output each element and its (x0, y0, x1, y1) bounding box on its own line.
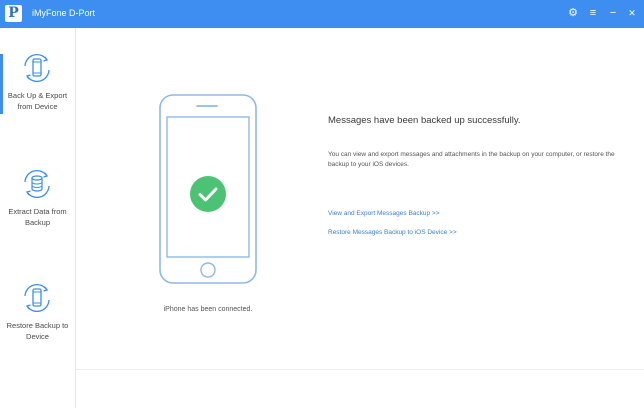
title-bar: P iMyFone D-Port ⚙ ≡ − ✕ (0, 0, 644, 28)
close-button[interactable]: ✕ (625, 6, 639, 20)
sidebar-item-label: Restore Backup to Device (6, 321, 69, 341)
menu-icon[interactable]: ≡ (586, 6, 600, 20)
backup-description: You can view and export messages and att… (328, 151, 615, 168)
database-sync-icon (24, 169, 50, 199)
divider (76, 369, 644, 370)
sidebar-item-label: Extract Data from Backup (8, 207, 67, 227)
sidebar-item-restore-backup[interactable]: Restore Backup to Device (0, 282, 75, 348)
sidebar-item-label: Back Up & Export from Device (7, 91, 68, 111)
sidebar: Back Up & Export from Device Extract Dat… (0, 28, 76, 408)
view-export-backup-link[interactable]: View and Export Messages Backup >> (328, 210, 440, 217)
check-circle-icon (190, 176, 226, 212)
phone-sync-icon (24, 53, 50, 83)
sidebar-item-backup-export[interactable]: Back Up & Export from Device (0, 52, 75, 118)
settings-gear-icon[interactable]: ⚙ (566, 6, 580, 20)
main-panel: iPhone has been connected. Messages have… (76, 28, 644, 408)
app-logo: P (5, 5, 22, 22)
phone-restore-icon (24, 283, 50, 313)
backup-status-title: Messages have been backed up successfull… (328, 115, 521, 126)
minimize-button[interactable]: − (606, 6, 620, 20)
app-title: iMyFone D-Port (32, 8, 96, 18)
sidebar-item-extract-backup[interactable]: Extract Data from Backup (0, 168, 75, 234)
phone-status-caption: iPhone has been connected. (163, 306, 253, 313)
restore-backup-link[interactable]: Restore Messages Backup to iOS Device >> (328, 229, 457, 236)
